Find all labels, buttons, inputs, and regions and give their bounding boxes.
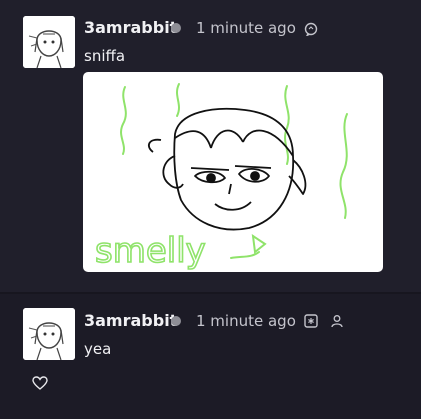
hair-bangs [174,129,294,157]
status-dot [171,23,181,33]
message-text: yea [84,340,112,358]
heart-icon[interactable] [32,376,48,390]
message-2: 3amrabbit 1 minute ago yea [0,294,421,419]
horn-left [147,138,162,153]
stink-line [339,113,348,219]
reply-bubble-icon[interactable] [304,22,318,36]
stink-line [176,83,180,117]
ear-left [162,155,184,189]
asterisk-box-icon[interactable] [304,314,318,328]
stink-line [120,86,127,155]
mouth [214,201,252,211]
drawing-attachment[interactable]: smelly [83,72,383,272]
author-name[interactable]: 3amrabbit [84,311,177,330]
timestamp[interactable]: 1 minute ago [196,19,296,37]
head-outline [173,107,294,231]
nose [228,183,232,195]
person-icon[interactable] [330,314,344,328]
avatar[interactable] [23,16,75,68]
message-1: 3amrabbit 1 minute ago sniffa smelly [0,0,421,292]
arrow [251,233,267,254]
status-dot [171,316,181,326]
message-text: sniffa [84,47,126,65]
handwritten-label: smelly [95,231,206,271]
timestamp[interactable]: 1 minute ago [196,312,296,330]
author-name[interactable]: 3amrabbit [84,18,177,37]
avatar[interactable] [23,308,75,360]
stink-line [284,85,290,165]
